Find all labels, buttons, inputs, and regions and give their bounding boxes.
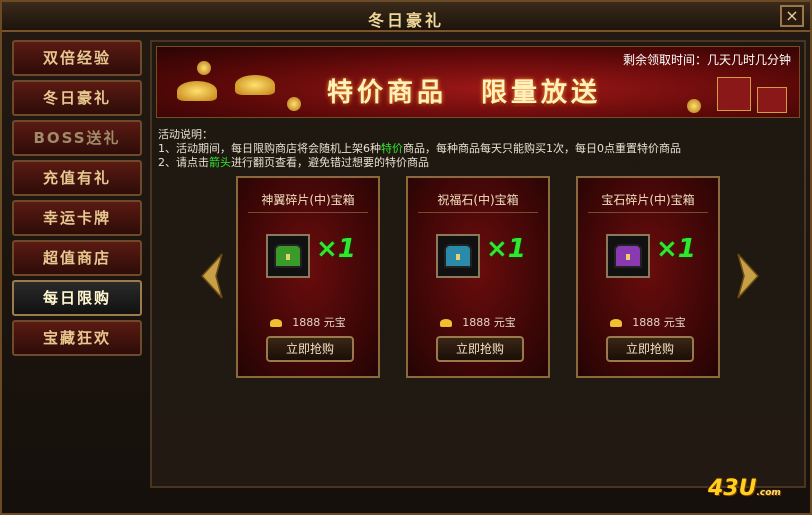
event-description: 活动说明： 1、活动期间，每日限购商店将会随机上架6种特价商品，每种商品每天只能… — [158, 128, 681, 170]
blue-chest-icon — [444, 244, 472, 268]
description-heading: 活动说明： — [158, 128, 213, 141]
coin-icon — [287, 97, 301, 111]
gift-box-icon — [757, 87, 787, 113]
title-bar: 冬日豪礼 × — [2, 2, 810, 32]
next-page-arrow-icon[interactable] — [736, 252, 760, 300]
close-button[interactable]: × — [780, 5, 804, 27]
ingot-icon — [610, 319, 623, 327]
product-name: 宝石碎片(中)宝箱 — [601, 193, 695, 207]
sidebar-item-double-exp[interactable]: 双倍经验 — [12, 40, 142, 76]
product-price: 1888 元宝 — [408, 314, 548, 330]
product-card: 宝石碎片(中)宝箱 ×1 1888 元宝 立即抢购 — [576, 176, 720, 378]
buy-button[interactable]: 立即抢购 — [606, 336, 694, 362]
coin-icon — [687, 99, 701, 113]
sidebar: 双倍经验 冬日豪礼 BOSS送礼 充值有礼 幸运卡牌 超值商店 每日限购 宝藏狂… — [12, 40, 144, 360]
green-chest-icon — [274, 244, 302, 268]
product-card: 祝福石(中)宝箱 ×1 1888 元宝 立即抢购 — [406, 176, 550, 378]
divider — [418, 212, 538, 213]
remaining-time: 剩余领取时间：几天几时几分钟 — [622, 53, 791, 67]
buy-button[interactable]: 立即抢购 — [436, 336, 524, 362]
sidebar-item-value-shop[interactable]: 超值商店 — [12, 240, 142, 276]
promo-banner: 剩余领取时间：几天几时几分钟 特价商品 限量放送 — [156, 46, 800, 118]
divider — [248, 212, 368, 213]
description-line-2: 2、请点击箭头进行翻页查看，避免错过想要的特价商品 — [158, 156, 429, 169]
description-line-1: 1、活动期间，每日限购商店将会随机上架6种特价商品，每种商品每天只能购买1次，每… — [158, 142, 681, 155]
coin-icon — [197, 61, 211, 75]
gift-box-icon — [717, 77, 751, 111]
banner-title: 特价商品 限量放送 — [327, 72, 635, 109]
prev-page-arrow-icon[interactable] — [200, 252, 224, 300]
gold-ingot-icon — [235, 75, 275, 95]
sidebar-item-boss-gift[interactable]: BOSS送礼 — [12, 120, 142, 156]
gold-ingot-icon — [177, 81, 217, 101]
ingot-icon — [440, 319, 453, 327]
purple-chest-icon — [614, 244, 642, 268]
window-title: 冬日豪礼 — [367, 11, 444, 30]
sidebar-item-recharge-gift[interactable]: 充值有礼 — [12, 160, 142, 196]
ingot-icon — [270, 319, 283, 327]
sidebar-item-lucky-cards[interactable]: 幸运卡牌 — [12, 200, 142, 236]
product-item-slot[interactable] — [606, 234, 650, 278]
banner-title-right: 限量放送 — [481, 78, 602, 108]
sidebar-item-treasure-carnival[interactable]: 宝藏狂欢 — [12, 320, 142, 356]
product-quantity: ×1 — [486, 234, 526, 264]
site-logo: 43U.com — [708, 476, 781, 501]
product-quantity: ×1 — [656, 234, 696, 264]
divider — [588, 212, 708, 213]
event-window: 冬日豪礼 × 双倍经验 冬日豪礼 BOSS送礼 充值有礼 幸运卡牌 超值商店 每… — [0, 0, 812, 515]
buy-button[interactable]: 立即抢购 — [266, 336, 354, 362]
product-item-slot[interactable] — [436, 234, 480, 278]
sidebar-item-winter-gift[interactable]: 冬日豪礼 — [12, 80, 142, 116]
product-name: 祝福石(中)宝箱 — [437, 193, 519, 207]
product-quantity: ×1 — [316, 234, 356, 264]
product-item-slot[interactable] — [266, 234, 310, 278]
banner-title-left: 特价商品 — [327, 78, 448, 108]
sidebar-item-daily-limited[interactable]: 每日限购 — [12, 280, 142, 316]
product-name: 神翼碎片(中)宝箱 — [261, 193, 355, 207]
product-card: 神翼碎片(中)宝箱 ×1 1888 元宝 立即抢购 — [236, 176, 380, 378]
product-price: 1888 元宝 — [578, 314, 718, 330]
product-price: 1888 元宝 — [238, 314, 378, 330]
